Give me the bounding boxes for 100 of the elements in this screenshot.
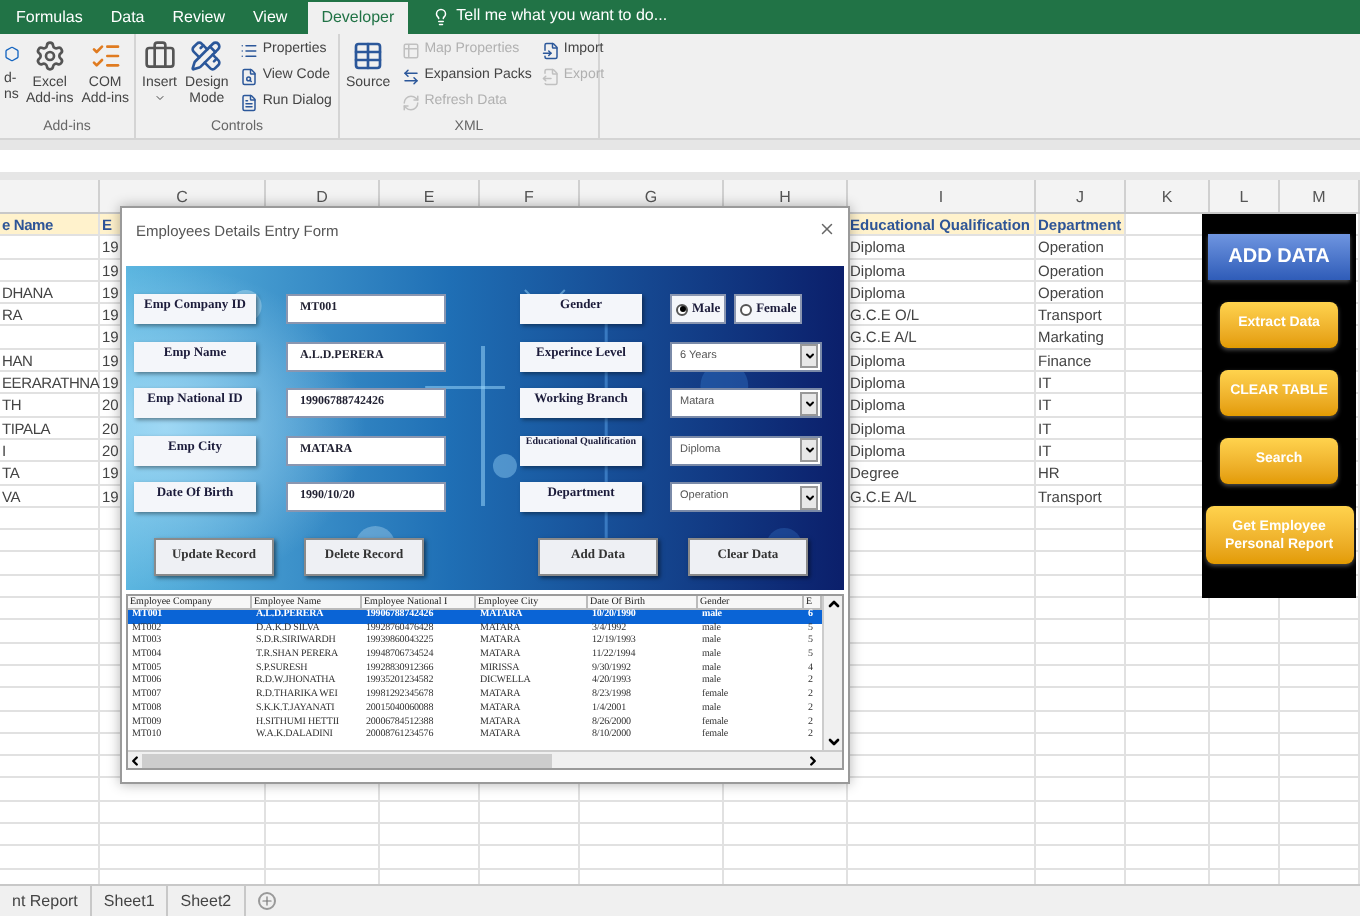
caret-icon (803, 491, 815, 503)
column-header[interactable]: L (1210, 180, 1280, 212)
export-icon (541, 68, 560, 86)
table-cell (0, 236, 100, 260)
empty-cell (266, 846, 380, 870)
empty-cell (480, 846, 580, 870)
column-header[interactable]: K (1126, 180, 1210, 212)
empty-cell (1280, 756, 1360, 779)
pencil-ruler-icon (190, 40, 223, 72)
ribbon-tab[interactable]: Formulas (4, 2, 95, 34)
table-icon (352, 40, 385, 72)
radio-button[interactable] (676, 303, 688, 315)
list-box[interactable] (126, 594, 844, 770)
ribbon-tab[interactable]: Developer (307, 2, 409, 34)
macro-button[interactable]: ADD DATA (1208, 234, 1350, 280)
table-cell (0, 259, 100, 282)
column-header[interactable]: J (1036, 180, 1126, 212)
tell-me-search[interactable]: Tell me what you want to do... (456, 4, 668, 28)
empty-cell (0, 778, 100, 802)
dropdown-arrow-button[interactable] (800, 391, 818, 415)
empty-cell (1210, 756, 1280, 779)
empty-cell (580, 846, 724, 870)
caret-icon (803, 397, 815, 409)
ribbon-tab[interactable]: Data (98, 2, 157, 34)
scroll-right-icon[interactable] (806, 753, 820, 767)
file-search-icon (240, 68, 259, 86)
gear-icon (33, 40, 66, 72)
horizontal-scrollbar[interactable] (128, 750, 842, 768)
caret-icon (803, 350, 815, 362)
sheet-tab[interactable]: Sheet2 (168, 886, 246, 916)
empty-cell (1036, 643, 1126, 666)
empty-cell (1280, 688, 1360, 712)
checklist-icon (89, 40, 122, 72)
empty-cell (1280, 711, 1360, 734)
dropdown-arrow-button[interactable] (800, 438, 818, 462)
empty-cell (1036, 711, 1126, 734)
ribbon-tab[interactable]: Review (160, 2, 237, 34)
empty-cell (1036, 665, 1126, 689)
empty-cell (1126, 620, 1210, 644)
empty-cell (1036, 846, 1126, 870)
empty-cell (266, 801, 380, 825)
caret-icon (153, 92, 166, 104)
empty-cell (0, 824, 100, 847)
empty-cell (580, 801, 724, 825)
empty-cell (1280, 824, 1360, 847)
empty-cell (1280, 620, 1360, 644)
empty-cell (1036, 733, 1126, 757)
empty-cell (1280, 733, 1360, 757)
caret-icon (803, 444, 815, 456)
empty-cell (1210, 688, 1280, 712)
empty-cell (1036, 801, 1126, 825)
empty-cell (1210, 778, 1280, 802)
empty-cell (480, 824, 580, 847)
empty-cell (1036, 688, 1126, 712)
empty-cell (380, 846, 480, 870)
sheet-tab[interactable]: nt Report (0, 886, 92, 916)
scroll-down-icon[interactable] (825, 734, 841, 750)
table-cell (0, 326, 100, 350)
empty-cell (1280, 778, 1360, 802)
empty-cell (1280, 801, 1360, 825)
empty-cell (1210, 733, 1280, 757)
empty-cell (1210, 620, 1280, 644)
column-header[interactable]: M (1280, 180, 1360, 212)
empty-cell (480, 801, 580, 825)
vertical-scrollbar[interactable] (822, 596, 842, 750)
empty-cell (1036, 620, 1126, 644)
scroll-left-icon[interactable] (128, 753, 142, 767)
refresh-icon (402, 94, 421, 112)
scroll-thumb[interactable] (142, 753, 552, 767)
empty-cell (724, 846, 848, 870)
empty-cell (1126, 643, 1210, 666)
empty-cell (1210, 665, 1280, 689)
empty-cell (1210, 846, 1280, 870)
empty-cell (1126, 665, 1210, 689)
empty-cell (1036, 778, 1126, 802)
empty-cell (0, 801, 100, 825)
empty-cell (1280, 643, 1360, 666)
arrows-icon (402, 68, 421, 86)
dropdown-arrow-button[interactable] (800, 344, 818, 368)
radio-button[interactable] (740, 303, 753, 315)
import-icon (541, 42, 560, 60)
empty-cell (1036, 824, 1126, 847)
ribbon-tab[interactable]: View (240, 2, 300, 34)
empty-cell (1126, 778, 1210, 802)
scroll-up-icon[interactable] (825, 596, 841, 612)
empty-cell (1280, 846, 1360, 870)
empty-cell (1036, 756, 1126, 779)
empty-cell (1126, 824, 1210, 847)
empty-cell (724, 824, 848, 847)
dropdown-arrow-button[interactable] (800, 485, 818, 509)
empty-cell (1126, 801, 1210, 825)
empty-cell (724, 801, 848, 825)
list-icon (240, 42, 259, 60)
empty-cell (266, 824, 380, 847)
empty-cell (1036, 598, 1126, 621)
empty-cell (580, 824, 724, 847)
empty-cell (1210, 711, 1280, 734)
close-button[interactable] (818, 220, 836, 238)
sheet-tab[interactable]: Sheet1 (91, 886, 169, 916)
briefcase-icon (143, 40, 176, 72)
